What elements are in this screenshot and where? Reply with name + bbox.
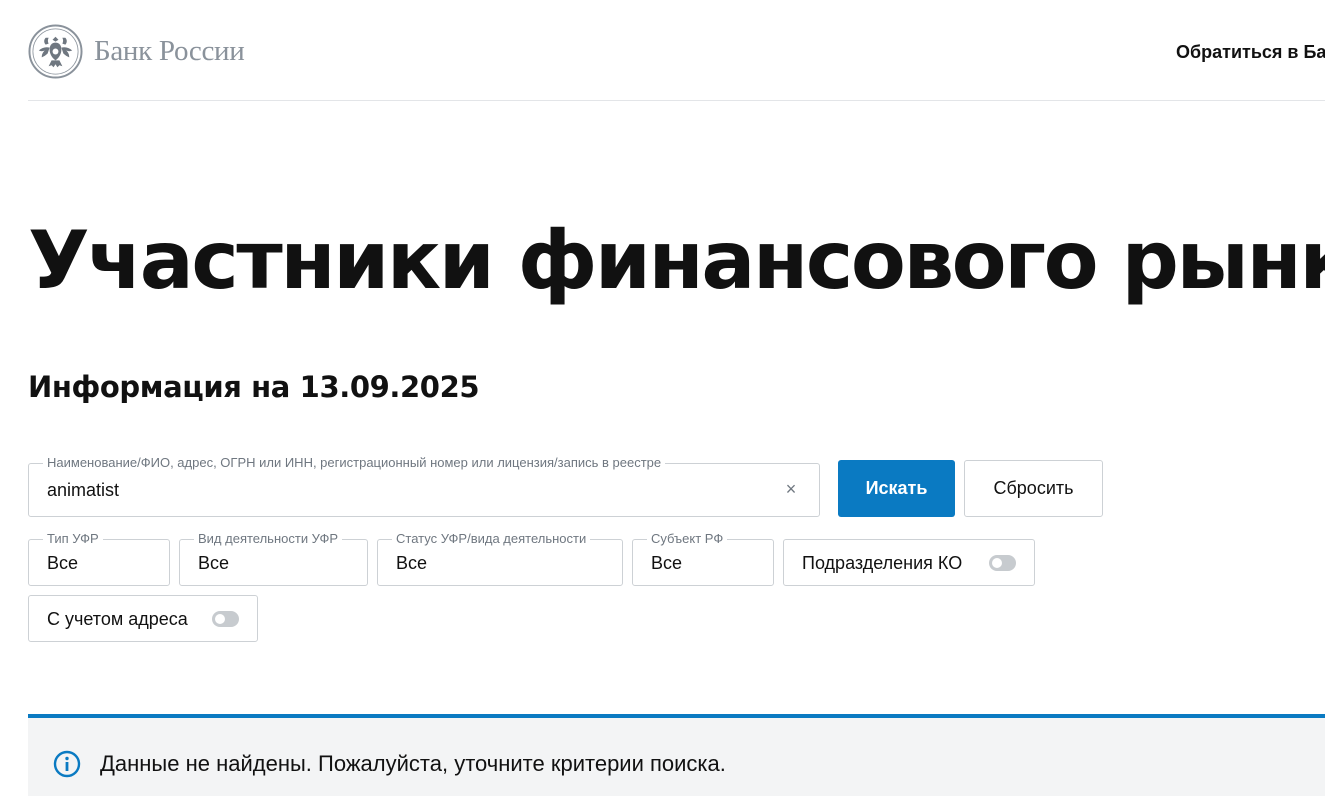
site-header: Банк России Обратиться в Бан <box>28 0 1325 101</box>
reset-button[interactable]: Сбросить <box>964 460 1103 517</box>
ko-divisions-label: Подразделения КО <box>802 553 963 573</box>
bank-logo[interactable]: Банк России <box>28 24 245 79</box>
search-button[interactable]: Искать <box>838 460 955 517</box>
info-icon <box>53 750 81 778</box>
info-date-heading: Информация на 13.09.2025 <box>28 370 480 404</box>
filter-status-legend: Статус УФР/вида деятельности <box>392 531 591 546</box>
page: Банк России Обратиться в Бан Участники ф… <box>0 0 1325 796</box>
filter-region-legend: Субъект РФ <box>647 531 728 546</box>
ko-divisions-switch[interactable] <box>989 555 1016 571</box>
filter-ufr-type-value: Все <box>47 553 79 573</box>
filter-region-value: Все <box>651 553 683 573</box>
with-address-knob <box>215 614 225 624</box>
filter-activity-select[interactable]: Вид деятельности УФР Все <box>179 531 368 586</box>
notice-text: Данные не найдены. Пожалуйста, уточните … <box>100 751 726 776</box>
contact-bank-link[interactable]: Обратиться в Бан <box>1176 42 1325 63</box>
search-input[interactable]: Наименование/ФИО, адрес, ОГРН или ИНН, р… <box>28 455 820 517</box>
filter-status-value: Все <box>396 553 428 573</box>
with-address-toggle[interactable]: С учетом адреса <box>28 595 258 642</box>
filter-activity-legend: Вид деятельности УФР <box>194 531 343 546</box>
ko-divisions-knob <box>992 558 1002 568</box>
filter-region-select[interactable]: Субъект РФ Все <box>632 531 774 586</box>
filter-ufr-type-legend: Тип УФР <box>43 531 103 546</box>
filter-status-select[interactable]: Статус УФР/вида деятельности Все <box>377 531 623 586</box>
ko-divisions-toggle[interactable]: Подразделения КО <box>783 539 1035 586</box>
filter-ufr-type-select[interactable]: Тип УФР Все <box>28 531 170 586</box>
with-address-switch[interactable] <box>212 611 239 627</box>
eagle-emblem-icon <box>28 24 83 79</box>
clear-icon[interactable]: × <box>781 479 801 499</box>
with-address-label: С учетом адреса <box>47 609 188 629</box>
filter-activity-value: Все <box>198 553 230 573</box>
search-input-legend: Наименование/ФИО, адрес, ОГРН или ИНН, р… <box>43 455 666 470</box>
search-input-value[interactable]: animatist <box>47 480 119 501</box>
page-title: Участники финансового рынка <box>28 214 1325 307</box>
logo-text: Банк России <box>94 35 245 67</box>
no-results-notice: Данные не найдены. Пожалуйста, уточните … <box>28 714 1325 796</box>
